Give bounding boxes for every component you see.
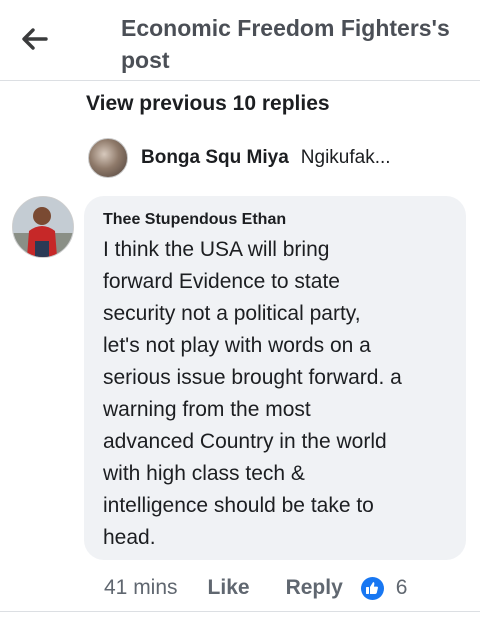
comment-author-avatar[interactable]: [12, 196, 74, 258]
comment-actions: 41 mins Like Reply 6: [104, 572, 407, 604]
reply-button[interactable]: Reply: [286, 576, 343, 600]
thumbs-up-icon[interactable]: [360, 576, 384, 600]
reply-preview[interactable]: Bonga Squ Miya Ngikufak...: [88, 138, 468, 178]
back-button[interactable]: [18, 24, 52, 58]
reaction-count[interactable]: 6: [396, 576, 408, 600]
arrow-left-icon: [22, 27, 48, 55]
comment-timestamp: 41 mins: [104, 576, 178, 599]
comment-author[interactable]: Thee Stupendous Ethan: [103, 210, 448, 230]
reply-snippet: Ngikufak...: [300, 147, 391, 168]
avatar[interactable]: [88, 138, 128, 178]
reply-author[interactable]: Bonga Squ Miya: [141, 147, 289, 169]
divider: [0, 611, 480, 612]
view-previous-replies-link[interactable]: View previous 10 replies: [86, 92, 330, 116]
comment-bubble: Thee Stupendous Ethan I think the USA wi…: [84, 196, 466, 560]
top-bar: Economic Freedom Fighters's post: [0, 0, 480, 81]
like-button[interactable]: Like: [208, 576, 250, 600]
page-title: Economic Freedom Fighters's post: [121, 15, 450, 73]
comment-text: I think the USA will bring forward Evide…: [103, 238, 402, 549]
